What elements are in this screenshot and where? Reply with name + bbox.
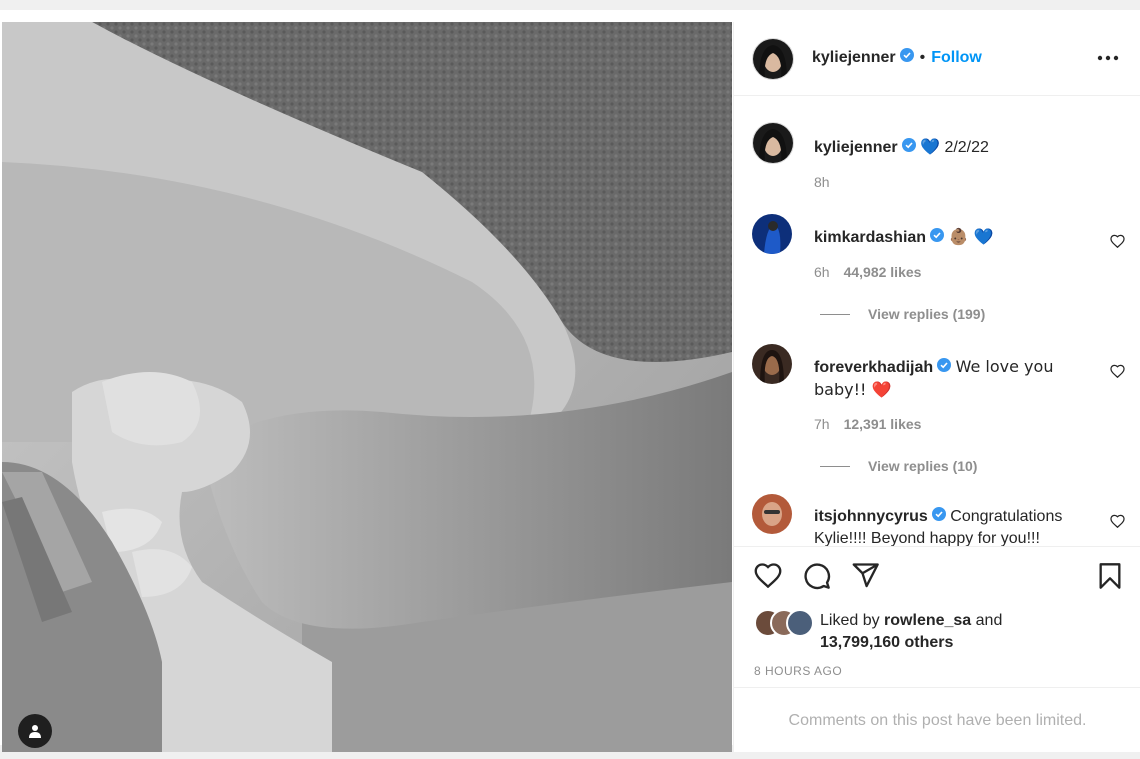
caption-row: kyliejenner 💙 2/2/22 8h xyxy=(734,114,1140,190)
post-header: kyliejenner • Follow xyxy=(734,22,1140,96)
comment-row: foreverkhadijah We love you baby!! ❤️ 7h… xyxy=(734,336,1140,474)
liker-avatars[interactable] xyxy=(754,609,816,637)
caption-emoji: 💙 xyxy=(920,137,940,156)
comment-username[interactable]: foreverkhadijah xyxy=(814,359,933,376)
more-options-icon[interactable] xyxy=(1097,48,1119,66)
verified-badge-icon xyxy=(901,137,916,159)
verified-badge-icon xyxy=(930,227,945,249)
replies-divider xyxy=(820,313,850,315)
caption-avatar[interactable] xyxy=(752,122,794,164)
comment-row: kimkardashian 👶🏽 💙 6h 44,982 likes View r… xyxy=(734,206,1140,322)
baby-hand-photo xyxy=(2,22,732,752)
instagram-post-modal: kyliejenner • Follow kyliejenner 💙 2/2/2… xyxy=(0,10,1140,752)
verified-badge-icon xyxy=(931,506,946,528)
post-actions-bar xyxy=(734,546,1140,597)
comment-likes[interactable]: 12,391 likes xyxy=(844,416,922,432)
liked-by-user[interactable]: rowlene_sa xyxy=(884,612,971,629)
caption-text: 2/2/22 xyxy=(944,139,989,156)
comment-username[interactable]: itsjohnnycyrus xyxy=(814,508,928,525)
view-replies-label: View replies (199) xyxy=(868,306,986,322)
comment-icon[interactable] xyxy=(803,562,831,595)
caption-username[interactable]: kyliejenner xyxy=(814,139,898,156)
comments-limited-notice: Comments on this post have been limited. xyxy=(734,687,1140,753)
liked-by-section: Liked by rowlene_sa and 13,799,160 other… xyxy=(734,604,1140,664)
caption-time: 8h xyxy=(814,174,830,190)
comment-time: 6h xyxy=(814,264,830,280)
view-replies-label: View replies (10) xyxy=(868,458,978,474)
verified-badge-icon xyxy=(899,48,914,67)
separator-dot: • xyxy=(919,48,926,66)
comment-likes[interactable]: 44,982 likes xyxy=(844,264,922,280)
liked-by-others[interactable]: 13,799,160 others xyxy=(820,634,953,651)
heart-icon[interactable] xyxy=(754,562,782,593)
view-replies-button[interactable]: View replies (199) xyxy=(820,306,985,322)
comment-avatar[interactable] xyxy=(752,214,792,254)
comment-row: itsjohnnycyrus Congratulations Kylie!!!!… xyxy=(734,488,1140,546)
liker-avatar xyxy=(786,609,814,637)
post-side-panel: kyliejenner • Follow kyliejenner 💙 2/2/2… xyxy=(733,22,1140,752)
person-tag-icon[interactable] xyxy=(18,714,52,748)
comment-time: 7h xyxy=(814,416,830,432)
comment-like-icon[interactable] xyxy=(1110,514,1125,533)
comment-like-icon[interactable] xyxy=(1110,234,1125,253)
view-replies-button[interactable]: View replies (10) xyxy=(820,458,977,474)
bookmark-icon[interactable] xyxy=(1098,562,1122,595)
comment-like-icon[interactable] xyxy=(1110,364,1125,383)
follow-button[interactable]: Follow xyxy=(931,49,982,67)
replies-divider xyxy=(820,465,850,467)
liked-by-text: Liked by rowlene_sa and 13,799,160 other… xyxy=(820,610,1002,654)
verified-badge-icon xyxy=(937,357,952,379)
post-timestamp[interactable]: 8 HOURS AGO xyxy=(754,664,842,678)
liked-by-and: and xyxy=(971,612,1003,629)
comment-text: 👶🏽 💙 xyxy=(948,227,994,246)
comment-username[interactable]: kimkardashian xyxy=(814,229,926,246)
author-avatar[interactable] xyxy=(752,38,794,80)
comments-list[interactable]: kyliejenner 💙 2/2/22 8h kimkardashian 👶🏽… xyxy=(734,96,1140,546)
post-photo[interactable] xyxy=(2,22,732,752)
author-username[interactable]: kyliejenner xyxy=(812,49,896,67)
share-icon[interactable] xyxy=(852,562,880,593)
liked-by-prefix: Liked by xyxy=(820,612,885,629)
comment-avatar[interactable] xyxy=(752,344,792,384)
comment-avatar[interactable] xyxy=(752,494,792,534)
